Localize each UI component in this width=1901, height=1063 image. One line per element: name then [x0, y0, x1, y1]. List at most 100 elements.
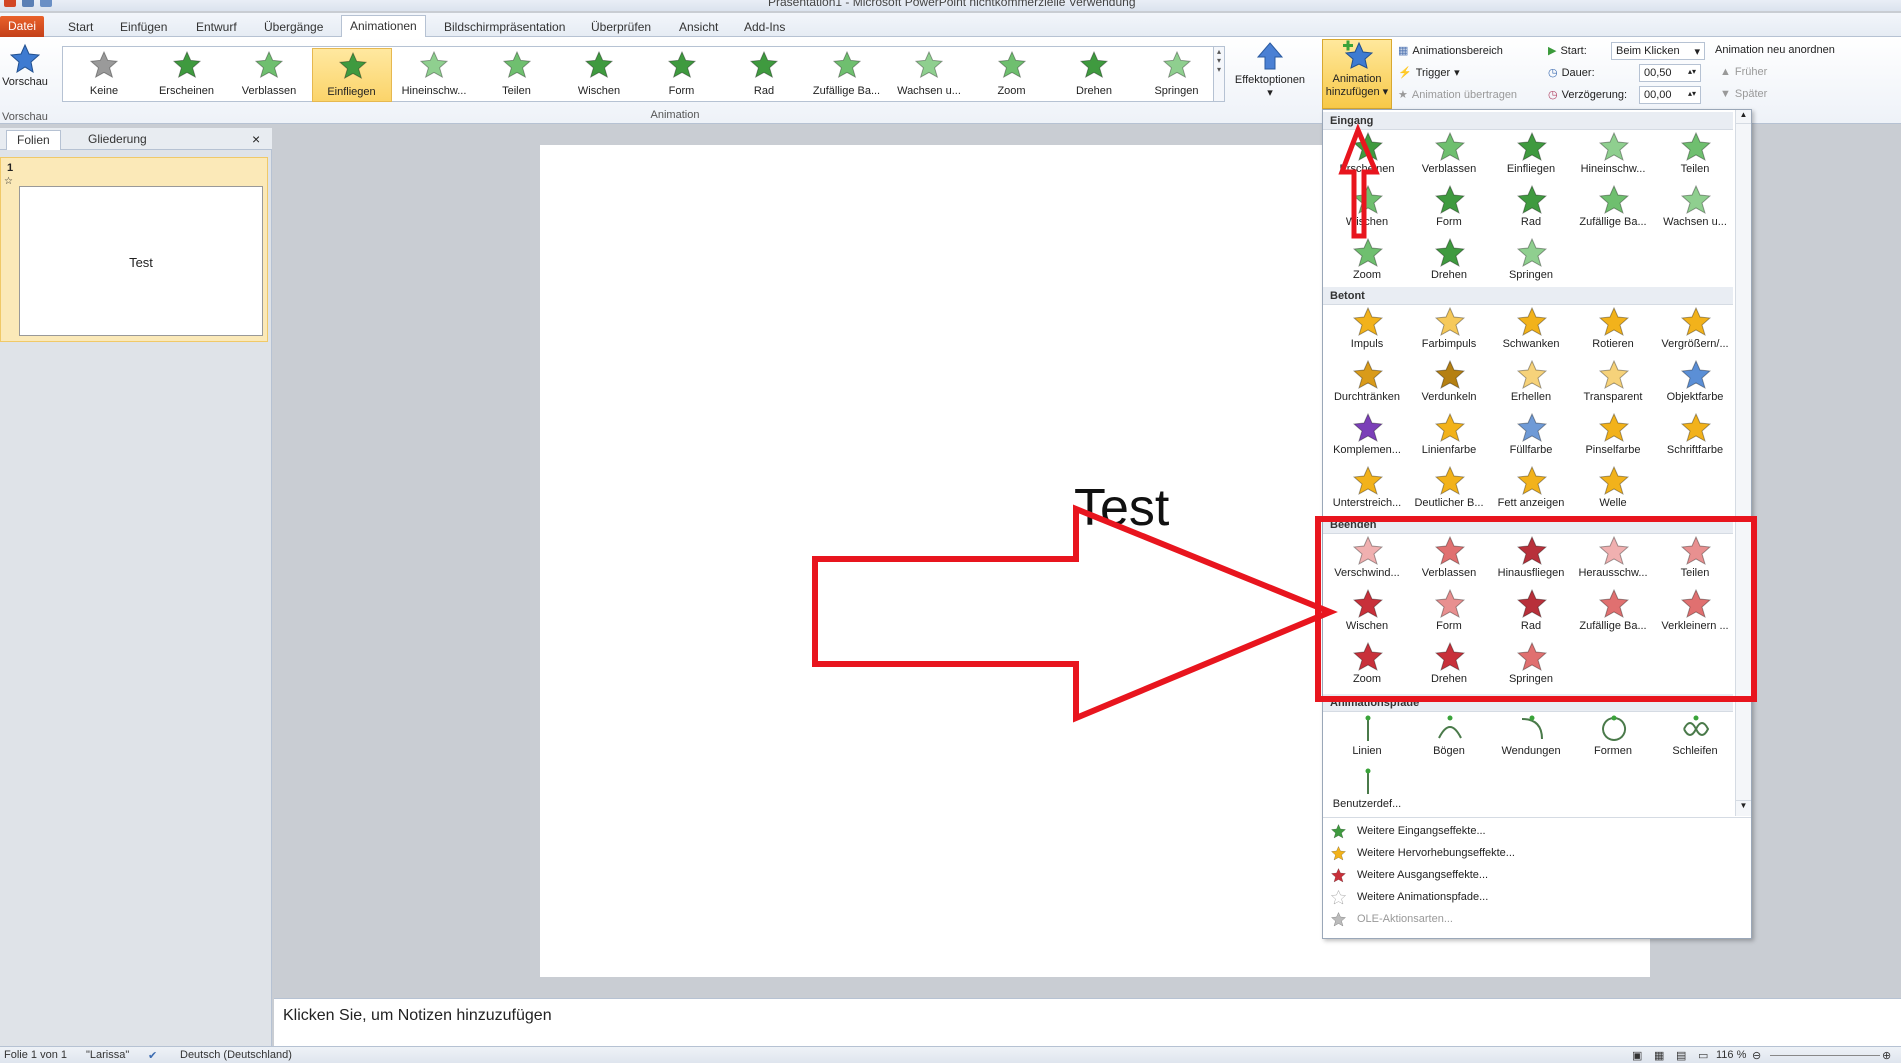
emphasis-item-farbimpuls[interactable]: Farbimpuls: [1407, 305, 1491, 357]
paths-item-schleifen[interactable]: Schleifen: [1653, 712, 1737, 764]
tab-slideshow[interactable]: Bildschirmpräsentation: [436, 17, 573, 37]
gallery-item-einfliegen[interactable]: Einfliegen: [311, 48, 392, 102]
emphasis-item-durchtränken[interactable]: Durchtränken: [1325, 358, 1409, 410]
exit-item-form[interactable]: Form: [1407, 587, 1491, 639]
animation-painter-button[interactable]: ★ Animation übertragen: [1398, 88, 1517, 102]
paths-item-wendungen[interactable]: Wendungen: [1489, 712, 1573, 764]
emphasis-item-linienfarbe[interactable]: Linienfarbe: [1407, 411, 1491, 463]
exit-item-verblassen[interactable]: Verblassen: [1407, 534, 1491, 586]
language[interactable]: Deutsch (Deutschland): [180, 1049, 292, 1061]
entrance-item-wischen[interactable]: Wischen: [1325, 183, 1409, 235]
tab-view[interactable]: Ansicht: [671, 17, 726, 37]
scroll-down-icon[interactable]: ▼: [1736, 800, 1751, 814]
exit-item-herausschw[interactable]: Herausschw...: [1571, 534, 1655, 586]
save-icon[interactable]: [22, 0, 34, 7]
notes-pane[interactable]: Klicken Sie, um Notizen hinzuzufügen: [274, 998, 1901, 1046]
undo-icon[interactable]: [40, 0, 52, 7]
emphasis-item-komplemen[interactable]: Komplemen...: [1325, 411, 1409, 463]
emphasis-item-schriftfarbe[interactable]: Schriftfarbe: [1653, 411, 1737, 463]
gallery-item-keine[interactable]: Keine: [64, 48, 144, 102]
slide-thumbnail-selected[interactable]: 1 ☆ Test: [0, 157, 268, 342]
exit-item-zoom[interactable]: Zoom: [1325, 640, 1409, 692]
move-earlier-button[interactable]: ▲ Früher: [1720, 66, 1767, 78]
paths-item-benutzerdef[interactable]: Benutzerdef...: [1325, 765, 1409, 817]
effect-options-button[interactable]: Effektoptionen ▾: [1228, 41, 1312, 107]
view-reading-icon[interactable]: ▤: [1676, 1049, 1686, 1062]
emphasis-item-welle[interactable]: Welle: [1571, 464, 1655, 516]
exit-item-springen[interactable]: Springen: [1489, 640, 1573, 692]
exit-item-wischen[interactable]: Wischen: [1325, 587, 1409, 639]
exit-item-verkleinern[interactable]: Verkleinern ...: [1653, 587, 1737, 639]
view-sorter-icon[interactable]: ▦: [1654, 1049, 1664, 1062]
exit-item-drehen[interactable]: Drehen: [1407, 640, 1491, 692]
preview-button[interactable]: Vorschau: [2, 43, 48, 99]
move-later-button[interactable]: ▼ Später: [1720, 88, 1767, 100]
menu-weitere-animationspfade[interactable]: Weitere Animationspfade...: [1323, 887, 1751, 909]
gallery-item-form[interactable]: Form: [642, 48, 722, 102]
tab-outline[interactable]: Gliederung: [78, 130, 157, 150]
tab-transitions[interactable]: Übergänge: [256, 17, 331, 37]
exit-item-zufällige-ba[interactable]: Zufällige Ba...: [1571, 587, 1655, 639]
delay-spinner-icon[interactable]: ▴▾: [1688, 89, 1696, 98]
entrance-item-rad[interactable]: Rad: [1489, 183, 1573, 235]
emphasis-item-erhellen[interactable]: Erhellen: [1489, 358, 1573, 410]
zoom-in-icon[interactable]: ⊕: [1882, 1049, 1891, 1062]
duration-input[interactable]: 00,50 ▴▾: [1639, 64, 1701, 82]
gallery-item-springen[interactable]: Springen: [1137, 48, 1217, 102]
zoom-out-icon[interactable]: ⊖: [1752, 1049, 1761, 1062]
zoom-level[interactable]: 116 %: [1716, 1049, 1746, 1061]
start-select[interactable]: Beim Klicken ▾: [1611, 42, 1705, 60]
entrance-item-teilen[interactable]: Teilen: [1653, 130, 1737, 182]
exit-item-teilen[interactable]: Teilen: [1653, 534, 1737, 586]
entrance-item-verblassen[interactable]: Verblassen: [1407, 130, 1491, 182]
emphasis-item-vergrößern[interactable]: Vergrößern/...: [1653, 305, 1737, 357]
emphasis-item-impuls[interactable]: Impuls: [1325, 305, 1409, 357]
add-animation-button[interactable]: Animation hinzufügen ▾: [1322, 39, 1392, 109]
emphasis-item-objektfarbe[interactable]: Objektfarbe: [1653, 358, 1737, 410]
scroll-up-icon[interactable]: ▲: [1736, 110, 1751, 124]
gallery-item-rad[interactable]: Rad: [724, 48, 804, 102]
exit-item-verschwind[interactable]: Verschwind...: [1325, 534, 1409, 586]
paths-item-bögen[interactable]: Bögen: [1407, 712, 1491, 764]
entrance-item-zoom[interactable]: Zoom: [1325, 236, 1409, 288]
gallery-item-teilen[interactable]: Teilen: [477, 48, 557, 102]
gallery-item-zoom[interactable]: Zoom: [972, 48, 1052, 102]
tab-review[interactable]: Überprüfen: [583, 17, 659, 37]
zoom-slider[interactable]: [1770, 1055, 1880, 1056]
emphasis-item-rotieren[interactable]: Rotieren: [1571, 305, 1655, 357]
tab-animations[interactable]: Animationen: [341, 15, 426, 37]
tab-start[interactable]: Start: [60, 17, 101, 37]
emphasis-item-pinselfarbe[interactable]: Pinselfarbe: [1571, 411, 1655, 463]
entrance-item-drehen[interactable]: Drehen: [1407, 236, 1491, 288]
gallery-item-erscheinen[interactable]: Erscheinen: [147, 48, 227, 102]
entrance-item-wachsen-u[interactable]: Wachsen u...: [1653, 183, 1737, 235]
dropdown-scrollbar[interactable]: ▲ ▼: [1735, 110, 1751, 816]
slide-title-text[interactable]: Test: [1074, 478, 1169, 538]
slide-thumbnail[interactable]: Test: [19, 186, 263, 336]
emphasis-item-transparent[interactable]: Transparent: [1571, 358, 1655, 410]
trigger-button[interactable]: ⚡ Trigger ▾: [1398, 66, 1460, 80]
entrance-item-hineinschw[interactable]: Hineinschw...: [1571, 130, 1655, 182]
exit-item-rad[interactable]: Rad: [1489, 587, 1573, 639]
emphasis-item-verdunkeln[interactable]: Verdunkeln: [1407, 358, 1491, 410]
tab-addins[interactable]: Add-Ins: [736, 17, 793, 37]
close-panel-icon[interactable]: ×: [252, 131, 260, 147]
entrance-item-form[interactable]: Form: [1407, 183, 1491, 235]
gallery-item-drehen[interactable]: Drehen: [1054, 48, 1134, 102]
entrance-item-erscheinen[interactable]: Erscheinen: [1325, 130, 1409, 182]
emphasis-item-füllfarbe[interactable]: Füllfarbe: [1489, 411, 1573, 463]
exit-item-hinausfliegen[interactable]: Hinausfliegen: [1489, 534, 1573, 586]
gallery-item-zufällige-ba[interactable]: Zufällige Ba...: [807, 48, 887, 102]
view-normal-icon[interactable]: ▣: [1632, 1049, 1642, 1062]
paths-item-linien[interactable]: Linien: [1325, 712, 1409, 764]
spellcheck-icon[interactable]: ✔: [148, 1049, 157, 1062]
emphasis-item-deutlicher-b[interactable]: Deutlicher B...: [1407, 464, 1491, 516]
gallery-item-wachsen-u[interactable]: Wachsen u...: [889, 48, 969, 102]
tab-insert[interactable]: Einfügen: [112, 17, 175, 37]
menu-ole-aktionsarten[interactable]: OLE-Aktionsarten...: [1323, 909, 1751, 931]
duration-spinner-icon[interactable]: ▴▾: [1688, 67, 1696, 76]
view-slideshow-icon[interactable]: ▭: [1698, 1049, 1708, 1062]
emphasis-item-schwanken[interactable]: Schwanken: [1489, 305, 1573, 357]
gallery-scroll[interactable]: ▴ ▾ ▾: [1213, 46, 1225, 102]
animation-pane-button[interactable]: ▦ Animationsbereich: [1398, 44, 1503, 58]
